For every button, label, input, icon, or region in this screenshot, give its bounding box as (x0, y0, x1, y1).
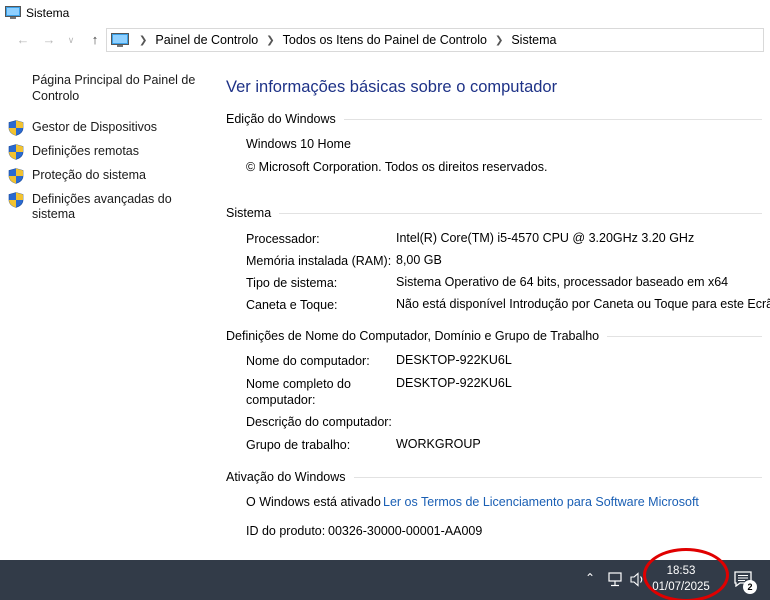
section-divider (353, 476, 762, 478)
control-panel-icon (111, 32, 129, 47)
section-windows-edition: Edição do Windows (226, 112, 762, 126)
section-computer-name: Definições de Nome do Computador, Domíni… (226, 329, 762, 343)
copyright-text: © Microsoft Corporation. Todos os direit… (246, 160, 548, 174)
system-monitor-icon (5, 6, 21, 19)
window-title: Sistema (26, 6, 70, 20)
page-title: Ver informações básicas sobre o computad… (226, 78, 558, 96)
title-bar: Sistema (0, 0, 770, 26)
windows-edition-name: Windows 10 Home (246, 137, 351, 151)
sidebar-item-label: Proteção do sistema (32, 168, 146, 182)
shield-icon (8, 144, 24, 160)
workgroup-value: WORKGROUP (396, 437, 481, 451)
ram-value: 8,00 GB (396, 253, 442, 267)
section-title: Sistema (226, 206, 272, 220)
activation-status: O Windows está ativado (246, 495, 381, 509)
ram-label: Memória instalada (RAM): (246, 254, 392, 268)
network-icon[interactable] (608, 572, 624, 587)
sidebar-item-device-manager[interactable]: Gestor de Dispositivos (8, 120, 182, 136)
shield-icon (8, 192, 24, 208)
shield-icon (8, 120, 24, 136)
license-terms-link[interactable]: Ler os Termos de Licenciamento para Soft… (383, 495, 699, 509)
breadcrumb-all-items[interactable]: Todos os Itens do Painel de Controlo (283, 33, 487, 47)
computer-description-label: Descrição do computador: (246, 415, 392, 429)
section-system: Sistema (226, 206, 762, 220)
workgroup-label: Grupo de trabalho: (246, 438, 351, 452)
pen-touch-label: Caneta e Toque: (246, 298, 338, 312)
chevron-right-icon: ❯ (266, 34, 275, 46)
system-type-value: Sistema Operativo de 64 bits, processado… (396, 275, 729, 289)
product-id-label: ID do produto: (246, 524, 326, 538)
chevron-right-icon: ❯ (494, 34, 504, 46)
section-divider (607, 335, 762, 337)
full-computer-name-label: Nome completo do computador: (246, 377, 351, 407)
address-bar[interactable]: ❯ Painel de Controlo ❯ Todos os Itens do… (106, 28, 764, 52)
section-divider (343, 118, 762, 120)
sidebar-item-label: Gestor de Dispositivos (32, 120, 158, 134)
back-arrow-icon[interactable]: ← (14, 31, 32, 49)
system-type-label: Tipo de sistema: (246, 276, 338, 290)
notification-count-badge: 2 (743, 580, 757, 594)
control-panel-home-link[interactable]: Página Principal do Painel de Controlo (32, 72, 202, 104)
sidebar-item-system-protection[interactable]: Proteção do sistema (8, 168, 182, 184)
navigation-bar: ← → ∨ ↑ ❯ Painel de Controlo ❯ Todos os … (0, 28, 770, 52)
pen-touch-value: Não está disponível Introdução por Canet… (396, 297, 770, 311)
product-id-value: 00326-30000-00001-AA009 (328, 524, 483, 538)
sidebar-item-label: Definições avançadas do sistema (32, 192, 172, 221)
section-title: Edição do Windows (226, 112, 336, 126)
section-divider (279, 212, 762, 214)
sidebar-item-advanced-settings[interactable]: Definições avançadas do sistema (8, 192, 182, 222)
left-pane: Página Principal do Painel de Controlo G… (0, 56, 210, 556)
computer-name-value: DESKTOP-922KU6L (396, 353, 512, 367)
recent-locations-icon[interactable]: ∨ (62, 31, 80, 49)
sidebar-item-label: Definições remotas (32, 144, 139, 158)
show-hidden-icons-icon[interactable]: ⌃ (585, 571, 595, 585)
shield-icon (8, 168, 24, 184)
sidebar-item-remote-settings[interactable]: Definições remotas (8, 144, 182, 160)
processor-value: Intel(R) Core(TM) i5-4570 CPU @ 3.20GHz … (396, 231, 695, 245)
processor-label: Processador: (246, 232, 320, 246)
breadcrumb-control-panel[interactable]: Painel de Controlo (155, 33, 258, 47)
chevron-right-icon: ❯ (139, 34, 148, 46)
computer-name-label: Nome do computador: (246, 354, 370, 368)
breadcrumb-system[interactable]: Sistema (511, 33, 556, 47)
full-computer-name-value: DESKTOP-922KU6L (396, 376, 512, 390)
forward-arrow-icon[interactable]: → (40, 31, 58, 49)
section-activation: Ativação do Windows (226, 470, 762, 484)
section-title: Definições de Nome do Computador, Domíni… (226, 329, 600, 343)
section-title: Ativação do Windows (226, 470, 346, 484)
red-annotation-circle (643, 548, 729, 600)
up-arrow-icon[interactable]: ↑ (86, 31, 104, 49)
